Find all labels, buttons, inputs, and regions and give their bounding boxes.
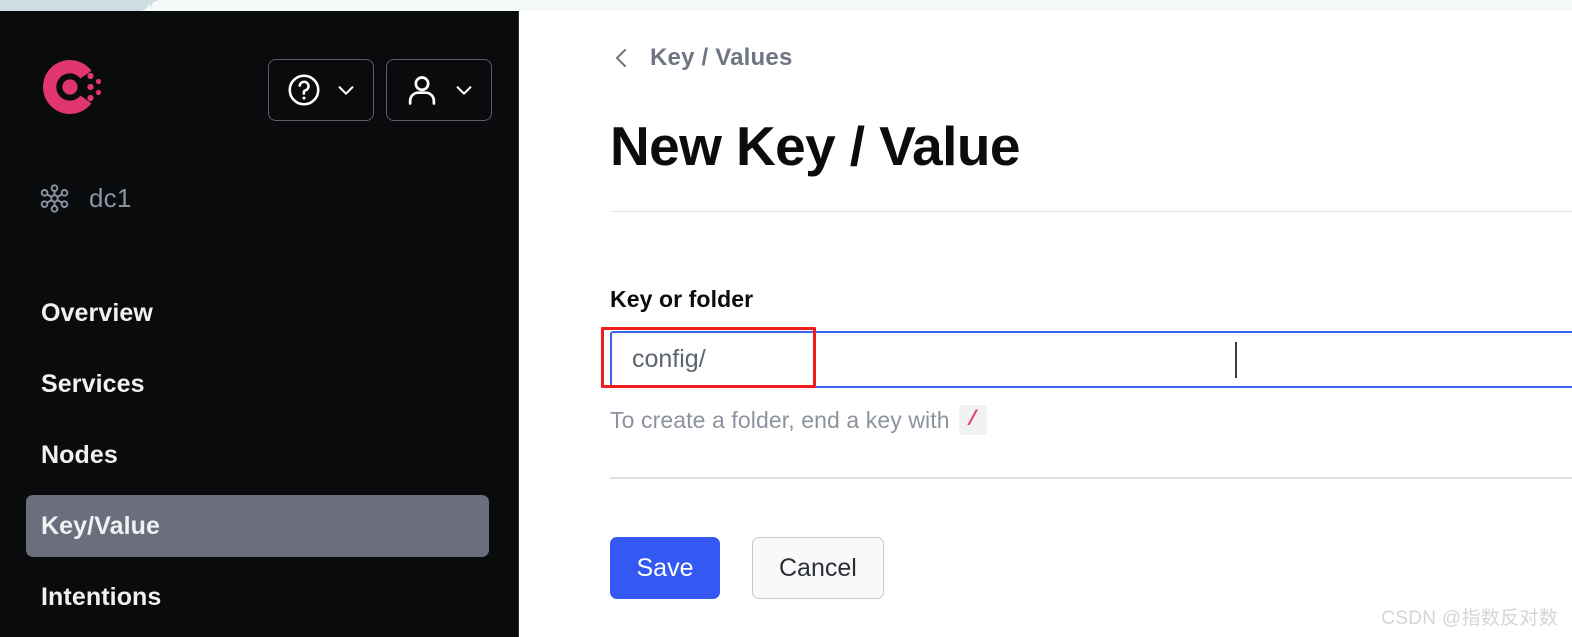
folder-hint-text: To create a folder, end a key with bbox=[610, 406, 950, 433]
cancel-button[interactable]: Cancel bbox=[752, 537, 884, 599]
sidebar-header-actions bbox=[268, 59, 492, 121]
sidebar-item-label: Intentions bbox=[41, 582, 162, 611]
user-menu-button[interactable] bbox=[386, 59, 492, 121]
key-or-folder-input[interactable] bbox=[610, 331, 1572, 388]
help-menu-button[interactable] bbox=[268, 59, 374, 121]
network-nodes-icon bbox=[40, 184, 69, 213]
breadcrumb-label: Key / Values bbox=[650, 44, 793, 71]
chevron-down-icon bbox=[338, 86, 354, 95]
breadcrumb[interactable]: Key / Values bbox=[610, 43, 793, 73]
save-button[interactable]: Save bbox=[610, 537, 720, 599]
sidebar-item-overview[interactable]: Overview bbox=[26, 282, 489, 344]
consul-logo-icon bbox=[42, 60, 102, 114]
key-or-folder-label: Key or folder bbox=[610, 286, 754, 312]
browser-tab[interactable] bbox=[139, 0, 1572, 11]
text-cursor bbox=[1235, 342, 1237, 378]
sidebar-item-label: Key/Value bbox=[41, 511, 161, 540]
datacenter-selector[interactable]: dc1 bbox=[39, 183, 132, 214]
sidebar-item-services[interactable]: Services bbox=[26, 353, 489, 415]
person-icon bbox=[408, 76, 436, 105]
datacenter-label: dc1 bbox=[89, 183, 132, 213]
sidebar-item-label: Services bbox=[41, 369, 145, 398]
folder-hint: To create a folder, end a key with / bbox=[610, 405, 987, 435]
sidebar-item-nodes[interactable]: Nodes bbox=[26, 424, 489, 486]
consul-ui-window: dc1 Overview Services Nodes Key/Value In… bbox=[0, 0, 1572, 637]
form-actions: Save Cancel bbox=[610, 537, 884, 599]
browser-tab-strip bbox=[0, 0, 1572, 11]
watermark: CSDN @指数反对数 bbox=[1381, 608, 1558, 629]
chevron-left-icon bbox=[615, 48, 627, 68]
divider-bottom bbox=[610, 477, 1572, 479]
sidebar-item-label: Overview bbox=[41, 298, 153, 327]
sidebar: dc1 Overview Services Nodes Key/Value In… bbox=[0, 11, 519, 637]
divider-top bbox=[610, 211, 1572, 212]
sidebar-item-key-value[interactable]: Key/Value bbox=[26, 495, 489, 557]
slash-badge: / bbox=[958, 405, 987, 435]
sidebar-header bbox=[0, 11, 518, 161]
sidebar-nav: Overview Services Nodes Key/Value Intent… bbox=[0, 282, 519, 637]
main-content: Key / Values New Key / Value Key or fold… bbox=[519, 11, 1572, 637]
question-circle-icon bbox=[288, 74, 320, 106]
sidebar-item-intentions[interactable]: Intentions bbox=[26, 566, 489, 628]
consul-logo[interactable] bbox=[39, 56, 102, 118]
chevron-down-icon bbox=[456, 86, 472, 95]
sidebar-item-label: Nodes bbox=[41, 440, 118, 469]
page-title: New Key / Value bbox=[610, 115, 1020, 177]
